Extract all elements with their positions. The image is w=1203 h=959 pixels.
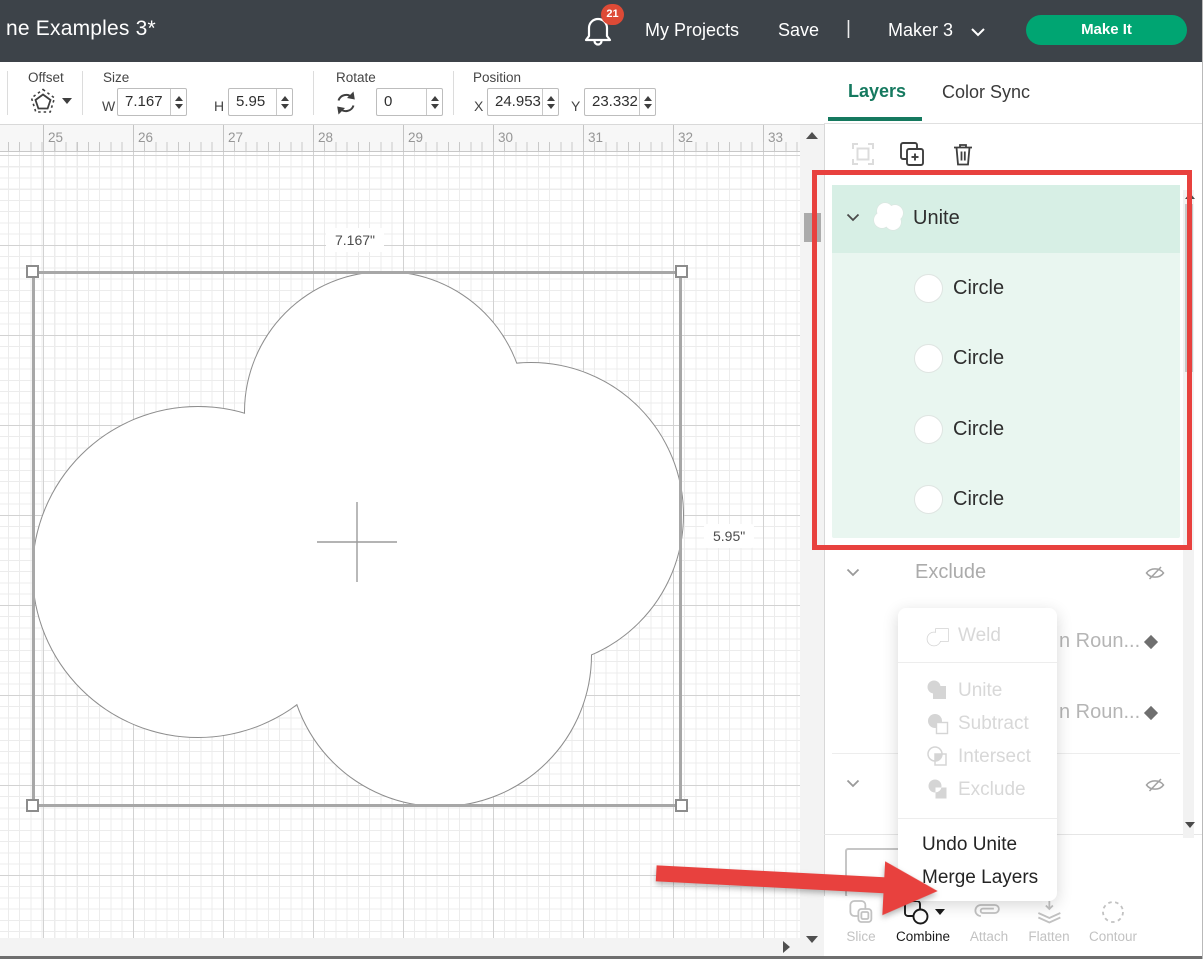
rotate-icon[interactable] (333, 90, 359, 116)
y-position-stepper[interactable] (639, 89, 655, 115)
size-label: Size (103, 70, 129, 85)
unite-icon (925, 678, 951, 704)
x-field-label: X (474, 98, 483, 114)
toolbar-separator (82, 71, 83, 115)
selection-height-label: 5.95" (704, 524, 754, 548)
resize-handle-bottom-right[interactable] (675, 799, 688, 812)
selection-bounding-box (33, 272, 681, 806)
nav-my-projects[interactable]: My Projects (645, 20, 739, 41)
nav-divider: | (846, 18, 851, 40)
duplicate-icon[interactable] (898, 140, 926, 168)
menu-item-exclude: Exclude (898, 775, 1057, 807)
nav-save[interactable]: Save (778, 20, 819, 41)
y-position-field[interactable]: 23.332 (584, 88, 656, 116)
menu-item-subtract: Subtract (898, 709, 1057, 741)
flatten-button: Flatten (1028, 898, 1069, 944)
x-position-field[interactable]: 24.953 (487, 88, 559, 116)
document-title: ne Examples 3* (6, 17, 156, 41)
resize-handle-bottom-left[interactable] (26, 799, 39, 812)
position-label: Position (473, 70, 521, 85)
layer-group-exclude-name[interactable]: Exclude (915, 561, 986, 584)
width-value[interactable]: 7.167 (118, 89, 170, 115)
height-field-label: H (214, 98, 224, 114)
layer-row-truncated[interactable]: n Roun... (1059, 701, 1140, 724)
y-field-label: Y (571, 98, 580, 114)
scroll-right-arrow-icon[interactable] (783, 941, 790, 953)
bbox-edge-bottom (33, 804, 681, 807)
menu-item-intersect: Intersect (898, 742, 1057, 774)
annotation-highlight-rectangle (812, 170, 1192, 550)
rotate-stepper[interactable] (426, 89, 442, 115)
bbox-edge-right (679, 272, 682, 806)
weld-icon (925, 623, 951, 649)
width-field[interactable]: 7.167 (117, 88, 187, 116)
x-position-stepper[interactable] (542, 89, 558, 115)
offset-label: Offset (28, 70, 64, 85)
active-tab-underline (828, 117, 922, 121)
design-canvas[interactable]: 7.167" 5.95" (0, 152, 800, 938)
y-position-value[interactable]: 23.332 (585, 89, 639, 115)
notification-badge: 21 (601, 4, 624, 25)
bbox-edge-top (33, 271, 681, 274)
horizontal-ruler: 25 26 27 28 29 30 31 32 33 (0, 125, 800, 152)
attach-button: Attach (970, 898, 1008, 944)
visibility-off-icon[interactable] (1144, 774, 1166, 796)
make-it-button[interactable]: Make It (1026, 15, 1187, 45)
chevron-down-icon[interactable] (846, 779, 860, 788)
menu-divider (898, 662, 1057, 663)
chevron-down-icon[interactable] (846, 568, 860, 577)
canvas-horizontal-scrollbar[interactable] (0, 938, 800, 956)
width-stepper[interactable] (170, 89, 186, 115)
app-window: ne Examples 3* 21 My Projects Save | Mak… (0, 0, 1203, 959)
x-position-value[interactable]: 24.953 (488, 89, 542, 115)
visibility-off-icon[interactable] (1144, 562, 1166, 584)
delete-trash-icon[interactable] (951, 141, 975, 167)
ruler-subticks (0, 142, 800, 151)
layer-row-truncated[interactable]: n Roun... (1059, 630, 1140, 653)
scroll-up-arrow-icon[interactable] (806, 132, 818, 139)
subtract-icon (925, 711, 951, 737)
width-field-label: W (102, 98, 115, 114)
rotate-label: Rotate (336, 70, 376, 85)
contour-button: Contour (1089, 898, 1137, 944)
tab-color-sync[interactable]: Color Sync (942, 82, 1030, 103)
machine-selector[interactable]: Maker 3 (888, 20, 953, 41)
height-field[interactable]: 5.95 (228, 88, 293, 116)
menu-divider (898, 818, 1057, 819)
toolbar-separator (453, 71, 454, 115)
resize-handle-top-left[interactable] (26, 265, 39, 278)
exclude-icon (925, 777, 951, 803)
top-header: ne Examples 3* 21 My Projects Save | Mak… (0, 0, 1203, 62)
edit-toolbar: Offset Size W 7.167 H 5.95 Rotate (0, 62, 824, 125)
chevron-down-icon[interactable] (970, 27, 986, 37)
selection-width-label: 7.167" (326, 228, 384, 252)
bbox-edge-left (32, 272, 35, 806)
combine-dropdown-menu: Weld Unite Subtract Intersect (898, 608, 1057, 901)
menu-item-unite: Unite (898, 676, 1057, 708)
toolbar-separator (313, 71, 314, 115)
scroll-down-arrow-icon[interactable] (806, 936, 818, 943)
quatrefoil-shape[interactable] (33, 272, 683, 806)
intersect-icon (925, 744, 951, 770)
resize-handle-top-right[interactable] (675, 265, 688, 278)
height-value[interactable]: 5.95 (229, 89, 276, 115)
panel-scroll-down-icon[interactable] (1185, 822, 1195, 828)
offset-icon[interactable] (30, 88, 56, 114)
rotate-field[interactable]: 0 (376, 88, 443, 116)
menu-item-undo-unite[interactable]: Undo Unite (898, 830, 1057, 862)
offset-caret-icon[interactable] (62, 98, 72, 104)
tab-layers[interactable]: Layers (848, 81, 906, 102)
rotate-value[interactable]: 0 (377, 89, 426, 115)
select-all-icon (850, 141, 876, 167)
height-stepper[interactable] (276, 89, 292, 115)
toolbar-separator (7, 71, 8, 115)
menu-item-weld: Weld (898, 621, 1057, 653)
